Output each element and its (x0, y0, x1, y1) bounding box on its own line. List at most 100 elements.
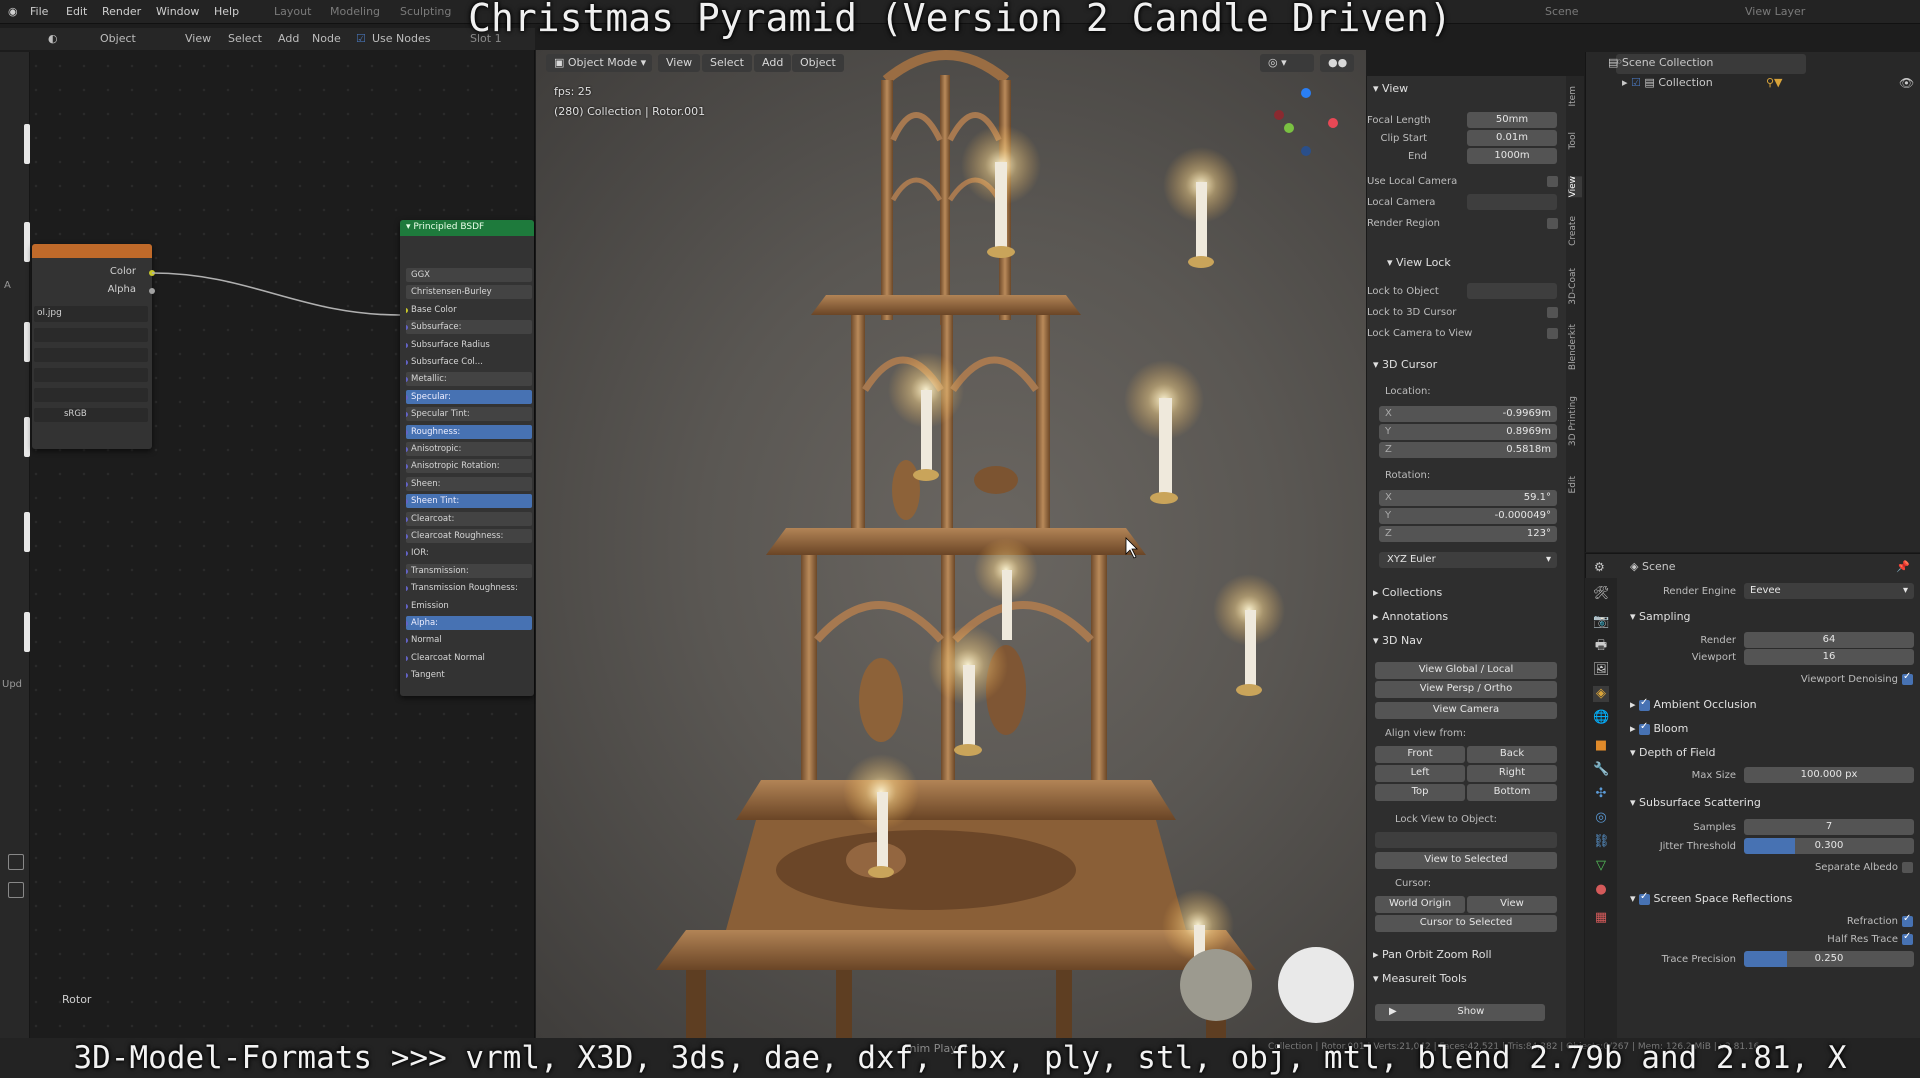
bloom-checkbox[interactable] (1639, 721, 1651, 735)
ne-add-menu[interactable]: Add (278, 32, 299, 45)
render-tab-icon[interactable]: 📷 (1593, 614, 1609, 630)
render-samples-field[interactable]: 64 (1744, 632, 1914, 648)
menu-window[interactable]: Window (156, 5, 199, 18)
cursor-rot-y-field[interactable]: Y -0.000049° (1379, 508, 1557, 524)
render-region-checkbox[interactable] (1547, 218, 1558, 229)
align-right-button[interactable]: Right (1467, 765, 1557, 782)
tab-edit[interactable]: Edit (1568, 476, 1582, 493)
menu-render[interactable]: Render (102, 5, 141, 18)
3d-viewport[interactable]: fps: 25 (280) Collection | Rotor.001 (536, 50, 1366, 1038)
tab-3d-printing[interactable]: 3D Printing (1568, 396, 1582, 446)
navigation-gizmo[interactable] (1274, 88, 1338, 156)
particles-tab-icon[interactable]: ✣ (1593, 786, 1609, 802)
input-socket[interactable] (406, 360, 408, 365)
bsdf-input-row[interactable]: Subsurface Col... (406, 355, 532, 369)
eye-icon[interactable]: 👁 (1899, 76, 1914, 90)
image-icon[interactable] (8, 882, 24, 898)
input-socket[interactable] (406, 673, 408, 679)
ssr-checkbox[interactable] (1639, 891, 1651, 905)
input-socket[interactable] (406, 429, 408, 435)
ne-node-menu[interactable]: Node (312, 32, 341, 45)
tool-indicator[interactable] (24, 222, 30, 262)
input-socket[interactable] (406, 325, 408, 331)
scene-tab-icon[interactable]: ◈ (1593, 686, 1609, 702)
bsdf-node-header[interactable]: ▾ Principled BSDF (400, 220, 534, 236)
menu-help[interactable]: Help (214, 5, 239, 18)
mode-selector[interactable]: ▣ Object Mode ▾ (546, 54, 652, 72)
bsdf-input-row[interactable]: Transmission: (406, 563, 532, 578)
gizmo-y-axis[interactable] (1284, 123, 1294, 133)
align-top-button[interactable]: Top (1375, 784, 1465, 801)
tool-indicator[interactable] (24, 417, 30, 457)
input-socket[interactable] (406, 551, 408, 557)
refraction-checkbox[interactable] (1902, 913, 1913, 927)
bloom-section[interactable]: ▸ Bloom (1630, 721, 1688, 736)
align-back-button[interactable]: Back (1467, 746, 1557, 763)
interpolation-select[interactable] (34, 328, 148, 342)
world-origin-button[interactable]: World Origin (1375, 896, 1465, 913)
view-section-header[interactable]: ▾ View (1373, 82, 1408, 95)
image-file-field[interactable]: ol.jpg (34, 306, 148, 322)
use-nodes-checkbox-icon[interactable]: ☑ (356, 32, 366, 45)
ssr-section[interactable]: ▾ Screen Space Reflections (1630, 891, 1792, 906)
bsdf-input-row[interactable]: Emission (406, 599, 532, 613)
gizmo-z-axis[interactable] (1301, 88, 1311, 98)
bsdf-input-row[interactable]: Anisotropic: (406, 442, 532, 456)
input-socket[interactable] (406, 621, 408, 626)
viewport-select-menu[interactable]: Select (702, 54, 752, 72)
node-header[interactable] (32, 244, 152, 258)
tool-indicator[interactable] (24, 512, 30, 552)
bsdf-input-row[interactable]: Sheen: (406, 476, 532, 491)
sss-section[interactable]: ▾ Subsurface Scattering (1630, 796, 1761, 809)
rotation-mode-select[interactable]: XYZ Euler ▾ (1379, 552, 1557, 568)
viewport-object-menu[interactable]: Object (792, 54, 844, 72)
local-camera-field[interactable] (1467, 194, 1557, 210)
tab-tool[interactable]: Tool (1568, 132, 1582, 149)
cursor-x-field[interactable]: X -0.9969m (1379, 406, 1557, 422)
focal-length-field[interactable]: 50mm (1467, 112, 1557, 128)
input-socket[interactable] (406, 394, 408, 400)
align-front-button[interactable]: Front (1375, 746, 1465, 763)
tab-blenderkit[interactable]: Blenderkit (1568, 324, 1582, 370)
input-socket[interactable] (406, 534, 408, 539)
ao-checkbox[interactable] (1639, 697, 1651, 711)
3d-cursor-header[interactable]: ▾ 3D Cursor (1373, 358, 1437, 371)
view-lock-header[interactable]: ▾ View Lock (1387, 256, 1451, 269)
cursor-to-selected-button[interactable]: Cursor to Selected (1375, 915, 1557, 932)
tab-view[interactable]: View (1568, 176, 1582, 198)
tool-indicator[interactable] (24, 322, 30, 362)
bsdf-input-row[interactable]: Alpha: (406, 616, 532, 630)
tab-3dcoat[interactable]: 3D-Coat (1568, 268, 1582, 305)
3d-nav-section[interactable]: ▾ 3D Nav (1373, 634, 1422, 647)
lock-to-object-field[interactable] (1467, 283, 1557, 299)
view-global-local-button[interactable]: View Global / Local (1375, 662, 1557, 679)
measureit-section[interactable]: ▾ Measureit Tools (1373, 972, 1467, 985)
bsdf-input-row[interactable]: Sheen Tint: (406, 494, 532, 509)
world-tab-icon[interactable]: 🌐 (1593, 710, 1609, 726)
separate-albedo-checkbox[interactable] (1902, 862, 1913, 873)
constraints-tab-icon[interactable]: ⛓ (1593, 834, 1610, 850)
view-camera-button[interactable]: View Camera (1375, 702, 1557, 719)
gizmo-neg-x-axis[interactable] (1274, 110, 1284, 120)
texture-tab-icon[interactable]: ▦ (1593, 910, 1609, 926)
cursor-rot-x-field[interactable]: X 59.1° (1379, 490, 1557, 506)
input-socket[interactable] (406, 481, 408, 487)
pin-icon[interactable]: 📌 (1896, 560, 1910, 573)
physics-tab-icon[interactable]: ◎ (1593, 810, 1609, 826)
collections-section[interactable]: ▸ Collections (1373, 586, 1442, 599)
view-layer-tab-icon[interactable]: 🖼 (1593, 662, 1610, 678)
outliner-collection-row[interactable]: ▸ ☑ ▤ Collection (1622, 76, 1713, 89)
input-socket[interactable] (406, 377, 408, 383)
sidebar-toggle-icon[interactable] (8, 854, 24, 870)
projection-select[interactable] (34, 348, 148, 362)
bsdf-input-row[interactable]: Clearcoat Normal (406, 651, 532, 665)
lock-view-field[interactable] (1375, 832, 1557, 848)
editor-type-icon[interactable]: ◐ (48, 32, 58, 45)
trace-precision-slider[interactable]: 0.250 (1744, 951, 1914, 967)
extension-select[interactable] (34, 368, 148, 382)
cursor-rot-z-field[interactable]: Z 123° (1379, 526, 1557, 542)
input-socket[interactable] (406, 568, 408, 574)
align-bottom-button[interactable]: Bottom (1467, 784, 1557, 801)
input-socket[interactable] (406, 516, 408, 522)
principled-bsdf-node[interactable]: ▾ Principled BSDF GGX Christensen-Burley B… (400, 220, 534, 696)
